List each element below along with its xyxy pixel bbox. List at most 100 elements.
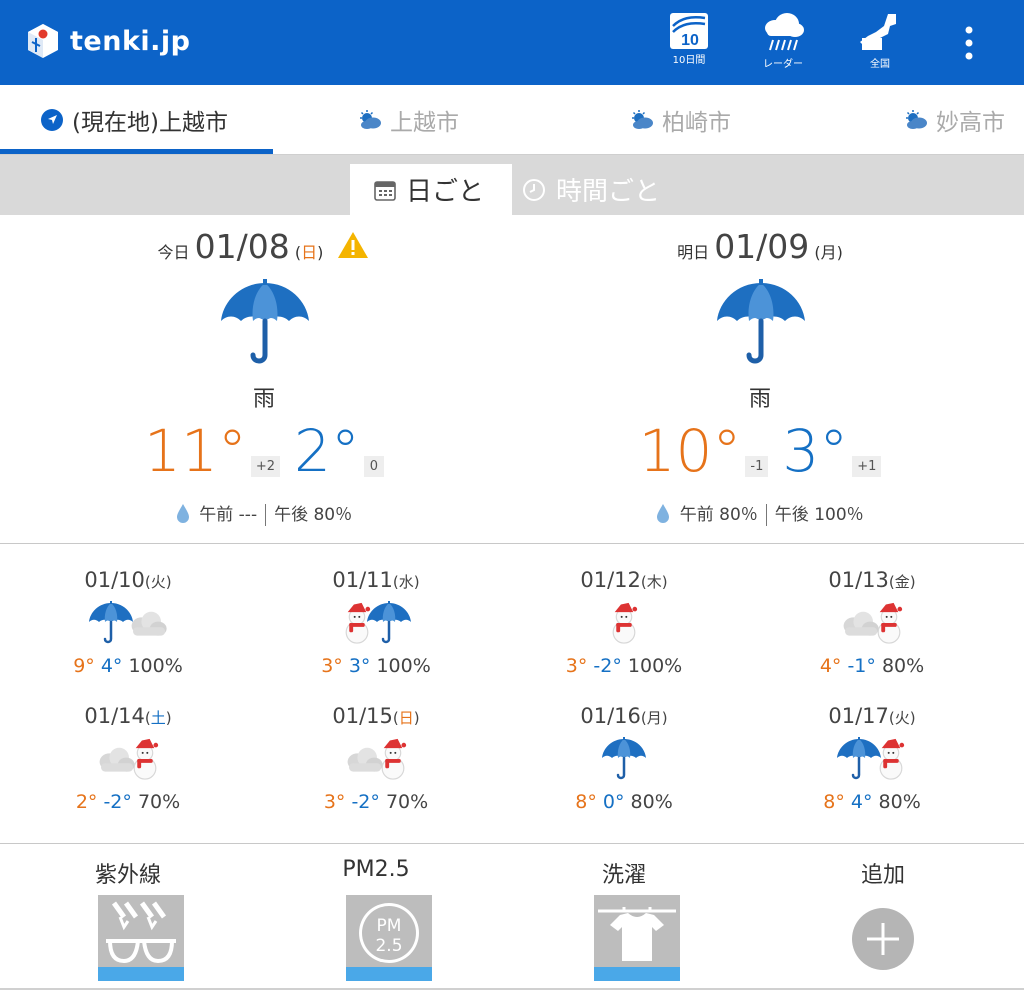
weekly-weather-icons	[0, 732, 256, 786]
tomorrow-high-diff: -1	[745, 456, 769, 477]
weekly-temps: 9° 4° 100%	[0, 655, 256, 677]
weekly-date-text: 01/17	[828, 704, 889, 728]
app-header: tenki.jp 10 10日間 レーダー 全国	[0, 0, 1024, 85]
weekly-temps: 8° 0° 80%	[496, 791, 752, 813]
tab-label: 妙高市	[936, 110, 1005, 136]
tab-hourly[interactable]: 時間ごと	[522, 164, 660, 215]
weekly-day-cell[interactable]: 01/15(日) 3° -2° 70%	[248, 680, 504, 816]
tab-current-location[interactable]: (現在地)上越市	[40, 85, 228, 155]
weekly-low: 3°	[348, 655, 371, 677]
weekly-precip-chance: 100%	[128, 655, 183, 677]
radar-button[interactable]: レーダー	[752, 12, 814, 74]
weekly-temps: 8° 4° 80%	[744, 791, 1000, 813]
today-precip-am: 午前 ---	[199, 505, 258, 525]
nationwide-button[interactable]: 全国	[849, 12, 911, 74]
weekly-date-text: 01/11	[332, 568, 393, 592]
weekly-date-text: 01/10	[84, 568, 145, 592]
tomorrow-weekday: (月)	[814, 243, 843, 262]
today-weekday: (日)	[294, 243, 324, 262]
view-tab-bar: 日ごと 時間ごと	[0, 155, 1024, 215]
tab-daily-label: 日ごと	[406, 177, 485, 207]
tab-kashiwazaki[interactable]: 柏崎市	[630, 85, 731, 155]
weekly-precip-chance: 100%	[376, 655, 431, 677]
add-index[interactable]: 追加	[755, 845, 1011, 992]
nationwide-label: 全国	[870, 59, 890, 70]
weekly-day-cell[interactable]: 01/11(水) 3° 3° 100%	[248, 544, 504, 680]
snowman-icon	[128, 736, 162, 782]
weekly-high: 8°	[575, 791, 597, 813]
tab-daily[interactable]: 日ごと	[350, 164, 512, 215]
weekly-day-cell[interactable]: 01/16(月) 8° 0° 80%	[496, 680, 752, 816]
weekly-high: 8°	[823, 791, 845, 813]
umbrella-icon	[601, 736, 647, 782]
pm25-index[interactable]: PM2.5 PM 2.5	[248, 845, 504, 992]
weekly-day-cell[interactable]: 01/17(火) 8° 4° 80%	[744, 680, 1000, 816]
snowman-icon	[874, 736, 908, 782]
ten-day-button[interactable]: 10 10日間	[658, 12, 720, 74]
weekly-precip-chance: 70%	[385, 791, 429, 813]
umbrella-icon	[366, 600, 412, 646]
uv-index[interactable]: 紫外線	[0, 845, 256, 992]
weekly-weather-icons	[248, 732, 504, 786]
today-high: 11°	[144, 417, 247, 485]
radar-icon	[765, 13, 804, 51]
today-temps: 11° +2 2° 0	[8, 419, 520, 483]
umbrella-icon	[715, 277, 807, 369]
tomorrow-temps: 10° -1 3° +1	[504, 419, 1016, 483]
weekly-date: 01/11(水)	[248, 568, 504, 592]
svg-text:2.5: 2.5	[375, 936, 402, 956]
weekly-high: 2°	[75, 791, 98, 813]
ten-day-label: 10日間	[672, 55, 706, 66]
tomorrow-low: 3°	[782, 417, 849, 485]
weekly-weekday: (日)	[392, 709, 420, 727]
uv-label: 紫外線	[94, 863, 161, 888]
weekly-date-text: 01/15	[332, 704, 393, 728]
today-weather-text: 雨	[252, 387, 275, 412]
snowman-icon	[872, 600, 906, 646]
weekly-precip-chance: 100%	[627, 655, 683, 677]
today-label: 今日	[157, 243, 190, 262]
today-low: 2°	[294, 417, 360, 485]
laundry-label: 洗濯	[601, 863, 646, 888]
weekly-day-cell[interactable]: 01/13(金) 4° -1° 80%	[744, 544, 1000, 680]
location-arrow-icon	[41, 109, 63, 131]
radar-label: レーダー	[763, 59, 803, 70]
weekly-date: 01/16(月)	[496, 704, 752, 728]
cloud-icon	[126, 607, 168, 639]
weekly-day-cell[interactable]: 01/10(火) 9° 4° 100%	[0, 544, 256, 680]
more-menu-icon[interactable]	[956, 24, 982, 62]
tab-myoko[interactable]: 妙高市	[904, 85, 1005, 155]
tab-hourly-label: 時間ごと	[556, 177, 661, 207]
weekly-weekday: (木)	[640, 573, 668, 591]
tomorrow-high: 10°	[638, 417, 742, 485]
weekly-high: 3°	[565, 655, 588, 677]
weekly-precip-chance: 70%	[137, 791, 181, 813]
tomorrow-dateline: 明日 01/09 (月)	[504, 227, 1016, 266]
weekly-date-text: 01/13	[828, 568, 889, 592]
warning-icon[interactable]	[336, 230, 370, 260]
weekly-day-cell[interactable]: 01/14(土) 2° -2° 70%	[0, 680, 256, 816]
add-icon[interactable]	[851, 907, 915, 971]
weekly-precip-chance: 80%	[881, 655, 925, 677]
ten-day-icon: 10	[670, 13, 708, 49]
weekly-low: -1°	[847, 655, 876, 677]
weekly-date-text: 01/12	[580, 568, 641, 592]
weekly-temps: 4° -1° 80%	[744, 655, 1000, 677]
tab-joetsu[interactable]: 上越市	[358, 85, 459, 155]
tab-label: 柏崎市	[662, 110, 731, 136]
weekly-low: 4°	[850, 791, 873, 813]
tomorrow-forecast[interactable]: 明日 01/09 (月) 雨 10° -1 3° +1 午前 80％ 午後 100…	[504, 215, 1016, 540]
weekly-date: 01/10(火)	[0, 568, 256, 592]
weekly-weather-icons	[248, 596, 504, 650]
logo-icon	[28, 24, 58, 58]
today-dateline: 今日 01/08 (日)	[8, 227, 520, 266]
sun-cloud-icon	[360, 110, 381, 129]
laundry-index[interactable]: 洗濯	[496, 845, 752, 992]
weekly-weather-icons	[744, 596, 1000, 650]
today-forecast[interactable]: 今日 01/08 (日) 雨 11° +2 2° 0 午前 --- 午後 80％	[8, 215, 520, 540]
weekly-date: 01/17(火)	[744, 704, 1000, 728]
weekly-date: 01/12(木)	[496, 568, 752, 592]
weekly-date: 01/13(金)	[744, 568, 1000, 592]
weekly-day-cell[interactable]: 01/12(木) 3° -2° 100%	[496, 544, 752, 680]
logo[interactable]: tenki.jp	[26, 22, 191, 60]
